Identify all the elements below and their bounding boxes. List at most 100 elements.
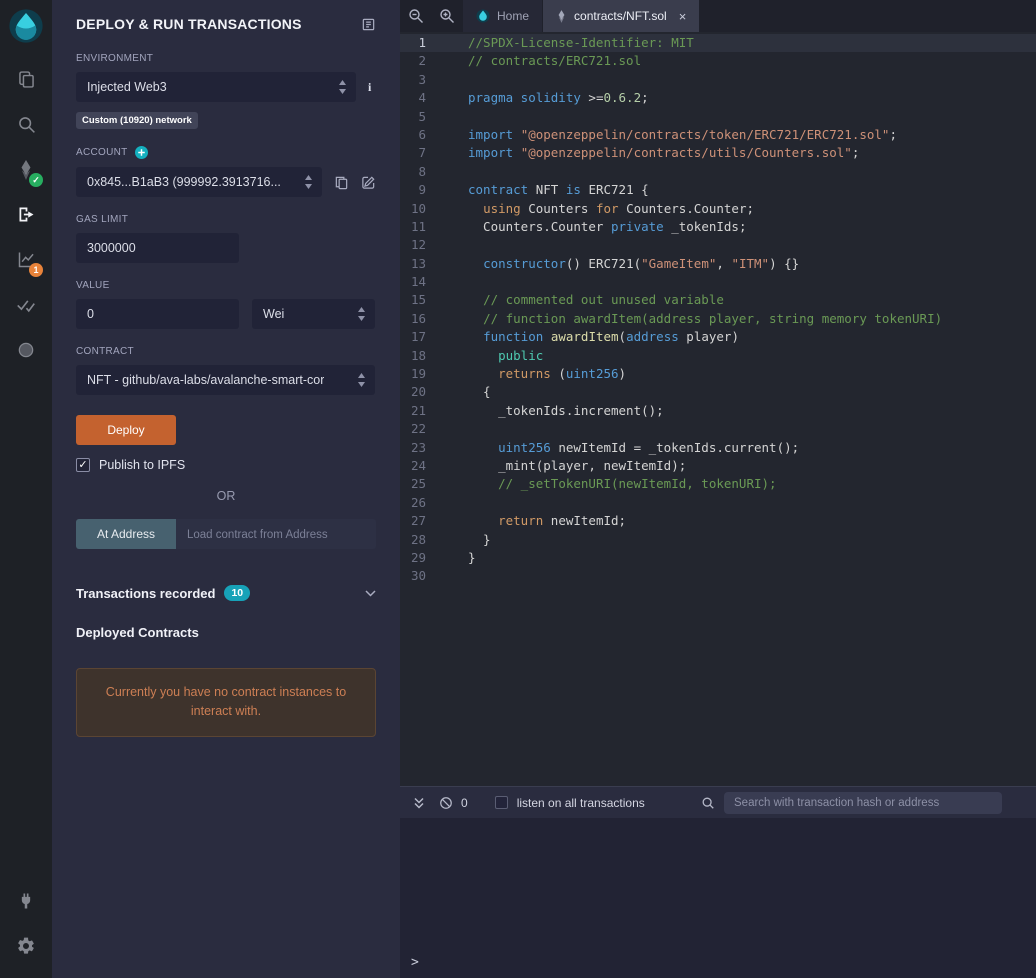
editor-line: 9 contract NFT is ERC721 { (418, 182, 649, 198)
select-arrows-icon (358, 373, 365, 387)
deploy-run-panel: DEPLOY & RUN TRANSACTIONS ENVIRONMENT In… (52, 0, 400, 978)
editor-line: 14 (410, 274, 426, 290)
panel-title: DEPLOY & RUN TRANSACTIONS (76, 16, 302, 32)
tab-bar: Home contracts/NFT.sol × (400, 0, 1036, 32)
solidity-file-icon (558, 9, 565, 23)
select-arrows-icon (358, 307, 365, 321)
account-select[interactable]: 0x845...B1aB3 (999992.3913716... (76, 167, 322, 197)
zoom-out-icon[interactable] (400, 0, 431, 32)
editor-line: 12 (410, 237, 426, 253)
icon-sidebar: ✓ 1 (0, 0, 52, 978)
add-account-icon[interactable] (134, 146, 148, 159)
or-divider: OR (216, 489, 236, 503)
edit-account-icon[interactable] (361, 175, 376, 190)
select-arrows-icon (305, 175, 312, 189)
editor-line: 28 } (410, 531, 491, 547)
terminal-toolbar: 0 listen on all transactions (400, 787, 1036, 818)
tab-home[interactable]: Home (463, 0, 543, 32)
unit-testing-icon[interactable] (0, 282, 52, 327)
contract-value: NFT - github/ava-labs/avalanche-smart-co… (87, 373, 325, 387)
editor-line: 20 { (410, 384, 491, 400)
transactions-count-badge: 10 (224, 585, 251, 601)
code-editor[interactable]: 1//SPDX-License-Identifier: MIT 2// contr… (400, 32, 1036, 786)
editor-line: 19 returns (uint256) (410, 366, 627, 382)
contract-select[interactable]: NFT - github/ava-labs/avalanche-smart-co… (76, 365, 375, 395)
publish-ipfs-checkbox[interactable]: ✓ (76, 458, 90, 472)
tab-nft-sol[interactable]: contracts/NFT.sol × (543, 0, 700, 32)
plugin-manager-icon[interactable] (0, 878, 52, 923)
terminal-collapse-icon[interactable] (412, 796, 426, 810)
editor-line: 7 import "@openzeppelin/contracts/utils/C… (418, 145, 860, 161)
tab-home-label: Home (497, 9, 530, 23)
editor-line: 16 // function awardItem(address player,… (410, 310, 943, 326)
file-explorer-icon[interactable] (0, 57, 52, 102)
clear-console-icon[interactable] (439, 796, 453, 810)
editor-line: 1//SPDX-License-Identifier: MIT (400, 34, 1036, 53)
deployed-contracts-label: Deployed Contracts (76, 625, 199, 640)
value-input[interactable] (76, 299, 239, 329)
editor-line: 5 (418, 108, 426, 124)
value-unit-select[interactable]: Wei (252, 299, 375, 329)
editor-line: 8 (418, 163, 426, 179)
editor-line: 10 using Counters for Counters.Counter; (410, 200, 755, 216)
compiler-success-badge: ✓ (29, 173, 43, 187)
editor-line: 30 (410, 568, 426, 584)
editor-line: 23 uint256 newItemId = _tokenIds.current… (410, 439, 800, 455)
listen-transactions-checkbox[interactable] (494, 796, 508, 809)
panel-docs-icon[interactable] (361, 17, 376, 32)
editor-line: 22 (410, 421, 426, 437)
environment-info-icon[interactable]: i (368, 80, 371, 95)
editor-line: 11 Counters.Counter private _tokenIds; (410, 218, 747, 234)
terminal-panel: 0 listen on all transactions > (400, 786, 1036, 978)
transactions-chevron-icon[interactable] (365, 589, 376, 597)
editor-line: 6 import "@openzeppelin/contracts/token/E… (418, 126, 897, 142)
editor-line: 24 _mint(player, newItemId); (410, 457, 687, 473)
editor-line: 15 // commented out unused variable (410, 292, 724, 308)
editor-line: 13 constructor() ERC721("GameItem", "ITM… (410, 255, 800, 271)
gas-limit-label: GAS LIMIT (76, 214, 129, 225)
value-label: VALUE (76, 280, 110, 291)
contract-label: CONTRACT (76, 346, 134, 357)
tab-close-icon[interactable]: × (679, 9, 687, 24)
select-arrows-icon (339, 80, 346, 94)
zoom-in-icon[interactable] (431, 0, 462, 32)
editor-line: 17 function awardItem(address player) (410, 329, 739, 345)
editor-line: 26 (410, 494, 426, 510)
network-badge: Custom (10920) network (76, 112, 198, 129)
environment-label: ENVIRONMENT (76, 53, 154, 64)
editor-line: 4 pragma solidity >=0.6.2; (418, 90, 649, 106)
terminal-search-input[interactable] (724, 791, 1002, 814)
at-address-button[interactable]: At Address (76, 519, 176, 549)
debugger-icon[interactable] (0, 327, 52, 372)
main-area: Home contracts/NFT.sol × 1//SPDX-License… (400, 0, 1036, 978)
environment-value: Injected Web3 (87, 80, 167, 94)
value-unit: Wei (263, 307, 285, 321)
settings-icon[interactable] (0, 923, 52, 968)
editor-line: 3 (418, 71, 426, 87)
editor-line: 29} (410, 549, 476, 565)
account-label: ACCOUNT (76, 147, 128, 158)
publish-ipfs-label: Publish to IPFS (99, 458, 186, 472)
deploy-button[interactable]: Deploy (76, 415, 176, 445)
editor-lines: 1//SPDX-License-Identifier: MIT 2// contr… (400, 34, 1036, 586)
editor-line: 27 return newItemId; (410, 513, 627, 529)
copy-account-icon[interactable] (334, 175, 349, 190)
listen-transactions-label: listen on all transactions (516, 795, 645, 810)
terminal-search-icon (701, 796, 715, 810)
editor-line: 18 public (410, 347, 544, 363)
account-value: 0x845...B1aB3 (999992.3913716... (87, 175, 281, 189)
analytics-icon[interactable]: 1 (0, 237, 52, 282)
at-address-input[interactable] (176, 519, 376, 549)
analytics-count-badge: 1 (29, 263, 43, 277)
solidity-compiler-icon[interactable]: ✓ (0, 147, 52, 192)
gas-limit-input[interactable] (76, 233, 239, 263)
transactions-recorded-label: Transactions recorded (76, 585, 216, 601)
terminal-output[interactable]: > (400, 818, 1036, 978)
editor-line: 2// contracts/ERC721.sol (418, 53, 642, 69)
transaction-count: 0 (461, 795, 468, 810)
deploy-and-run-icon[interactable] (0, 192, 52, 237)
environment-select[interactable]: Injected Web3 (76, 72, 356, 102)
editor-line: 25 // _setTokenURI(newItemId, tokenURI); (410, 476, 777, 492)
search-icon[interactable] (0, 102, 52, 147)
remix-home-icon (476, 9, 490, 23)
